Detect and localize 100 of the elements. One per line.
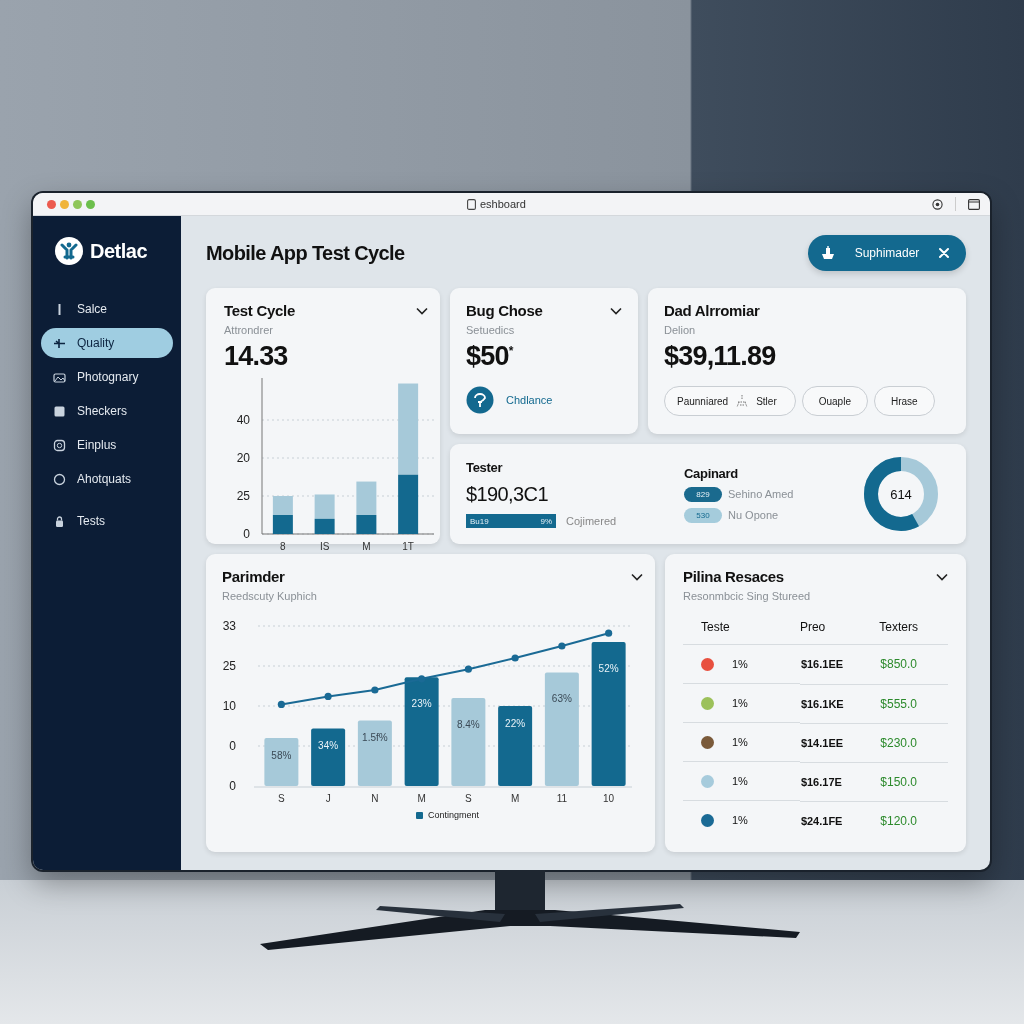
- bar-value-label: 58%: [271, 750, 292, 761]
- action-button[interactable]: Suphimader: [808, 235, 966, 271]
- table-cell: $555.0: [880, 696, 918, 711]
- bar: [311, 728, 346, 786]
- axis-tick-label: 20: [236, 451, 250, 465]
- axis-category-label: IS: [319, 541, 330, 550]
- axis-tick-label: 25: [222, 659, 236, 673]
- record-icon[interactable]: [932, 198, 943, 210]
- bar-value-label: 8.4%: [457, 719, 480, 730]
- stacked-bar: [272, 496, 293, 534]
- axis-category-label: S: [278, 793, 285, 804]
- bar: [357, 720, 392, 786]
- window-icon[interactable]: [968, 198, 980, 210]
- nav-item[interactable]: Photognary: [41, 362, 173, 392]
- axis-tick-label: 33: [222, 619, 236, 633]
- axis-category-label: 10: [603, 793, 615, 804]
- page-title: Mobile App Test Cycle: [206, 241, 405, 265]
- table-cell: $14.1EE: [800, 736, 844, 749]
- table-cell: $16.17E: [800, 775, 842, 788]
- axis-category-label: M: [417, 793, 426, 804]
- table-cell: $120.0: [880, 813, 918, 828]
- filter-chip[interactable]: Ouaple: [801, 386, 868, 416]
- axis-category-label: S: [465, 793, 472, 804]
- metric-value: $190,3C1: [466, 483, 549, 506]
- axis-category-label: M: [362, 541, 371, 550]
- column-header: Teste: [683, 620, 800, 645]
- metric-value: $50$^{*}$: [466, 341, 515, 372]
- chevron-down-icon[interactable]: [610, 306, 622, 315]
- donut-value: 614: [890, 486, 912, 502]
- card-title: Pilina Resaces: [683, 568, 784, 585]
- table-cell: 1%: [732, 658, 748, 670]
- card-title: Capinard: [684, 465, 739, 481]
- brand-name: Detlac: [90, 239, 148, 263]
- table-cell: $16.1EE: [800, 658, 844, 671]
- metric-value: $39,11.89: [664, 341, 777, 372]
- axis-category-label: J: [325, 793, 331, 804]
- card-subtitle: Reedscuty Kuphich: [222, 590, 318, 602]
- axis-category-label: M: [510, 793, 520, 804]
- legend-label: Nu Opone: [728, 509, 779, 521]
- card-title: Test Cycle: [224, 302, 295, 319]
- table-cell: 1%: [732, 814, 748, 826]
- filter-chip[interactable]: Hrase: [873, 386, 935, 416]
- legend-swatch: [416, 811, 423, 819]
- axis-category-label: 1T: [402, 541, 414, 550]
- axis-tick-label: 0: [229, 739, 236, 753]
- card-title: Parimder: [222, 568, 285, 585]
- rounded-square-icon: [53, 438, 66, 452]
- picture-frame-icon: [53, 370, 66, 384]
- document-icon: [467, 198, 476, 210]
- bar-value-label: 22%: [505, 718, 526, 729]
- progress-label: Bu19: [470, 516, 489, 526]
- window-title: eshboard: [480, 198, 526, 210]
- nav-item[interactable]: Ahotquats: [41, 464, 173, 494]
- filter-chip[interactable]: Paunniared Stler: [664, 386, 796, 416]
- card-subtitle: Setuedics: [466, 324, 516, 336]
- card-subtitle: Delion: [664, 324, 697, 336]
- axis-tick-label: 0: [243, 527, 250, 541]
- column-header: Preo: [799, 620, 880, 645]
- count-badge: 530: [684, 507, 722, 523]
- axis-category-label: 8: [280, 541, 286, 550]
- table-cell: 1%: [732, 736, 748, 748]
- nav-item[interactable]: Salce: [41, 294, 173, 324]
- table-cell: $16.1KE: [800, 697, 844, 710]
- nav-item[interactable]: Tests: [41, 506, 173, 536]
- chevron-down-icon[interactable]: [631, 572, 643, 581]
- axis-tick-label: 25: [236, 489, 250, 503]
- circle-icon: [53, 472, 66, 486]
- card-title: Tester: [466, 460, 504, 475]
- card-link[interactable]: Chdlance: [506, 394, 553, 406]
- table-cell: 1%: [732, 775, 748, 787]
- close-button[interactable]: [47, 199, 56, 209]
- table-cell: $24.1FE: [800, 814, 843, 827]
- metric-value: 14.33: [224, 341, 289, 372]
- bar-value-label: 52%: [598, 663, 619, 674]
- progress-reading: 9%: [540, 516, 552, 526]
- legend-label: Sehino Amed: [728, 488, 794, 500]
- count-badge: 829: [684, 486, 722, 502]
- boat-icon: [820, 245, 836, 261]
- stacked-bar: [356, 481, 377, 534]
- table-cell: $230.0: [880, 735, 918, 750]
- chevron-down-icon[interactable]: [936, 572, 948, 581]
- axis-category-label: N: [371, 793, 379, 804]
- logo-icon: [54, 236, 84, 266]
- column-header: Texters: [879, 620, 948, 645]
- nav-item[interactable]: Sheckers: [41, 396, 173, 426]
- chevron-down-icon[interactable]: [416, 306, 428, 315]
- legend-label: Contingment: [428, 810, 479, 820]
- nav-item[interactable]: Einplus: [41, 430, 173, 460]
- square-icon: [53, 404, 66, 418]
- nav-item[interactable]: Quality: [41, 328, 173, 358]
- card-title: Dad Alrromiar: [664, 302, 761, 319]
- table-cell: $150.0: [880, 774, 918, 789]
- stacked-bar: [314, 494, 335, 534]
- axis-tick-label: 0: [229, 779, 236, 793]
- table-cell: $850.0: [880, 657, 918, 672]
- axis-tick-label: 40: [236, 413, 250, 427]
- card-subtitle: Resonmbcic Sing Stureed: [683, 590, 812, 602]
- lock-icon: [53, 514, 66, 528]
- table-cell: 1%: [732, 697, 748, 709]
- bar-value-label: 63%: [551, 693, 572, 705]
